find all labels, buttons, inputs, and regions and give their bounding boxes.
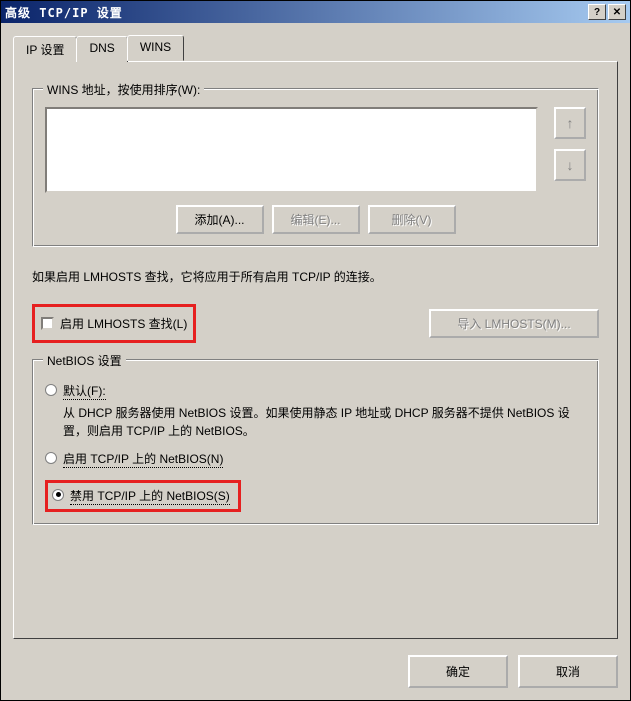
remove-button-label: 删除(V): [392, 213, 432, 227]
add-button-label: 添加(A)...: [195, 213, 245, 227]
ok-button-label: 确定: [446, 665, 470, 679]
add-button[interactable]: 添加(A)...: [176, 205, 264, 234]
netbios-group-title: NetBIOS 设置: [43, 352, 126, 369]
tab-dns[interactable]: DNS: [76, 36, 127, 62]
enable-lmhosts-label: 启用 LMHOSTS 查找(L): [60, 315, 187, 332]
wins-address-group: WINS 地址，按使用排序(W): ↑ ↓ 添加(A: [32, 88, 599, 247]
netbios-enable-radio[interactable]: [45, 452, 57, 464]
tab-strip: IP 设置 DNS WINS: [13, 35, 618, 61]
lmhosts-info-text: 如果启用 LMHOSTS 查找，它将应用于所有启用 TCP/IP 的连接。: [32, 269, 599, 286]
close-button[interactable]: ✕: [608, 4, 626, 20]
lmhosts-highlight: 启用 LMHOSTS 查找(L): [32, 304, 196, 343]
titlebar: 高级 TCP/IP 设置 ? ✕: [1, 1, 630, 23]
netbios-default-radio[interactable]: [45, 384, 57, 396]
titlebar-buttons: ? ✕: [588, 4, 626, 20]
netbios-disable-radio[interactable]: [52, 489, 64, 501]
netbios-default-label: 默认(F):: [63, 382, 106, 400]
cancel-button-label: 取消: [556, 665, 580, 679]
import-lmhosts-button[interactable]: 导入 LMHOSTS(M)...: [429, 309, 599, 338]
window-body: IP 设置 DNS WINS WINS 地址，按使用排序(W): ↑ ↓: [1, 23, 630, 700]
enable-lmhosts-checkbox[interactable]: [41, 317, 54, 330]
edit-button[interactable]: 编辑(E)...: [272, 205, 360, 234]
remove-button[interactable]: 删除(V): [368, 205, 456, 234]
tab-dns-label: DNS: [89, 41, 114, 55]
dialog-window: 高级 TCP/IP 设置 ? ✕ IP 设置 DNS WINS WINS 地址，…: [0, 0, 631, 701]
netbios-enable-label: 启用 TCP/IP 上的 NetBIOS(N): [63, 450, 223, 468]
netbios-disable-highlight: 禁用 TCP/IP 上的 NetBIOS(S): [45, 480, 241, 512]
netbios-disable-label: 禁用 TCP/IP 上的 NetBIOS(S): [70, 487, 230, 505]
window-title: 高级 TCP/IP 设置: [5, 4, 588, 21]
tab-ip-label: IP 设置: [26, 43, 64, 57]
ok-button[interactable]: 确定: [408, 655, 508, 688]
tab-content-wins: WINS 地址，按使用排序(W): ↑ ↓ 添加(A: [13, 61, 618, 639]
tab-ip-settings[interactable]: IP 设置: [13, 36, 77, 62]
move-up-button[interactable]: ↑: [554, 107, 586, 139]
dialog-buttons: 确定 取消: [408, 655, 618, 688]
cancel-button[interactable]: 取消: [518, 655, 618, 688]
netbios-group: NetBIOS 设置 默认(F): 从 DHCP 服务器使用 NetBIOS 设…: [32, 359, 599, 525]
netbios-default-description: 从 DHCP 服务器使用 NetBIOS 设置。如果使用静态 IP 地址或 DH…: [63, 404, 586, 440]
move-down-button[interactable]: ↓: [554, 149, 586, 181]
arrow-up-icon: ↑: [567, 115, 574, 131]
help-button[interactable]: ?: [588, 4, 606, 20]
tab-wins-label: WINS: [140, 40, 171, 54]
tab-wins[interactable]: WINS: [127, 35, 184, 61]
wins-address-listbox[interactable]: [45, 107, 538, 193]
edit-button-label: 编辑(E)...: [291, 213, 341, 227]
arrow-down-icon: ↓: [567, 157, 574, 173]
wins-group-title: WINS 地址，按使用排序(W):: [43, 81, 204, 98]
import-lmhosts-label: 导入 LMHOSTS(M)...: [457, 317, 570, 331]
